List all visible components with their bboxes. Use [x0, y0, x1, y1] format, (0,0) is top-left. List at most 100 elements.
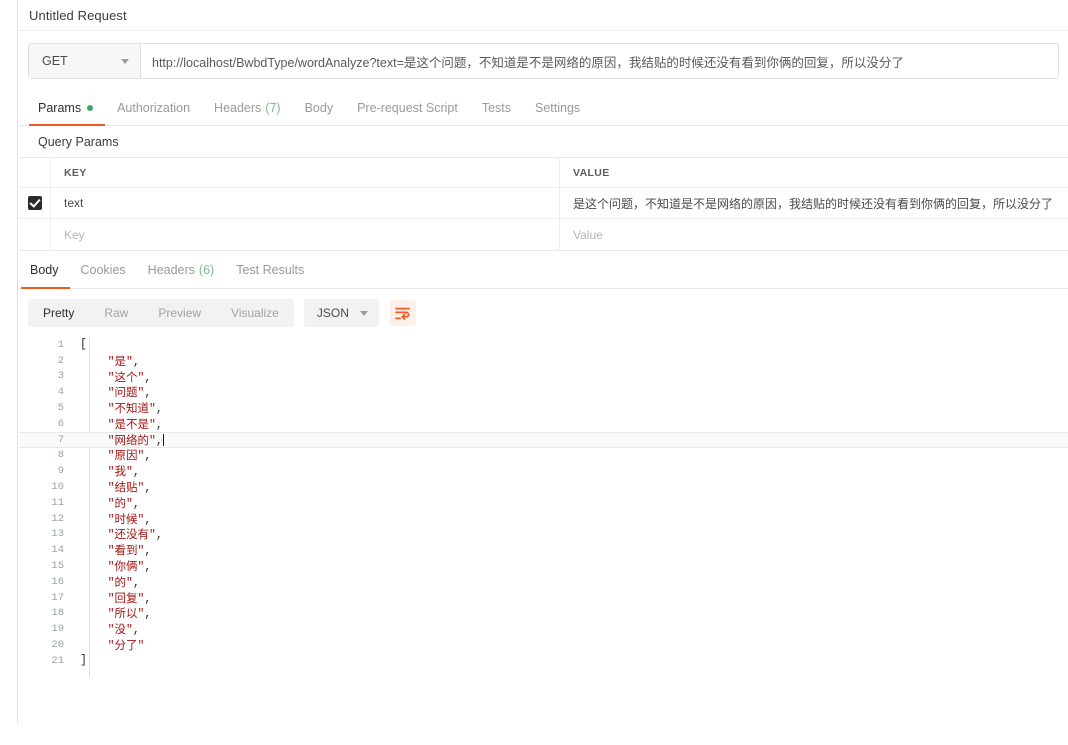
line-number: 11 — [51, 496, 64, 509]
code-line[interactable]: 11 "的", — [19, 495, 1068, 511]
tab-pre-request-script[interactable]: Pre-request Script — [345, 90, 470, 125]
code-line[interactable]: 3 "这个", — [19, 369, 1068, 384]
code-line[interactable]: 8 "原因", — [19, 448, 1068, 463]
code-line-text: "的", — [107, 576, 140, 590]
response-view-mode-group: Pretty Raw Preview Visualize — [28, 299, 294, 327]
new-row-key-cell[interactable]: Key — [51, 219, 560, 250]
table-header-row: KEY VALUE — [19, 158, 1068, 188]
row-key-cell[interactable]: text — [51, 188, 560, 218]
code-line-text: "回复", — [107, 592, 152, 606]
page-title: Untitled Request — [29, 7, 127, 23]
left-rail — [0, 0, 18, 724]
column-header-value: VALUE — [573, 166, 610, 179]
text-cursor — [162, 433, 164, 446]
new-row-value-cell[interactable]: Value — [560, 219, 1068, 250]
view-mode-raw-label: Raw — [104, 306, 129, 320]
code-line[interactable]: 18 "所以", — [19, 606, 1068, 622]
code-line-text: "所以", — [107, 608, 152, 622]
query-params-table: KEY VALUE text 是这个问题，不知道是不是网络的原因，我结贴的时候还… — [19, 157, 1068, 251]
code-line[interactable]: 1[ — [19, 337, 1068, 353]
http-method-select[interactable]: GET — [29, 44, 141, 78]
code-line-text: "没", — [107, 624, 140, 638]
response-format-select[interactable]: JSON — [303, 299, 379, 327]
line-number: 5 — [57, 402, 64, 415]
line-number: 7 — [57, 433, 64, 446]
line-number: 14 — [51, 544, 64, 557]
view-mode-visualize[interactable]: Visualize — [216, 299, 294, 327]
header-cell-key: KEY — [51, 158, 560, 187]
wrap-text-icon — [395, 307, 411, 320]
tab-headers-label: Headers — [214, 100, 262, 115]
response-tab-cookies[interactable]: Cookies — [70, 251, 137, 288]
code-line[interactable]: 17 "回复", — [19, 590, 1068, 606]
code-line-text: "分了" — [107, 640, 145, 654]
url-bar: GET http://localhost/BwbdType/wordAnalyz… — [28, 43, 1059, 79]
tab-tests-label: Tests — [481, 100, 511, 115]
code-line[interactable]: 6 "是不是", — [19, 416, 1068, 432]
code-line-text: "还没有", — [107, 529, 163, 543]
line-number: 3 — [57, 370, 64, 383]
code-line[interactable]: 12 "时候", — [19, 511, 1068, 527]
row-value-cell[interactable]: 是这个问题，不知道是不是网络的原因，我结贴的时候还没有看到你俩的回复，所以没分了 — [560, 188, 1068, 218]
wrap-text-button[interactable] — [389, 300, 416, 326]
line-number: 1 — [57, 338, 64, 351]
code-line[interactable]: 20 "分了" — [19, 637, 1068, 653]
new-row-checkbox-cell — [19, 219, 51, 250]
code-line[interactable]: 2 "是", — [19, 353, 1068, 369]
code-line[interactable]: 4 "问题", — [19, 384, 1068, 400]
tab-params-label: Params — [38, 100, 82, 115]
table-row: text 是这个问题，不知道是不是网络的原因，我结贴的时候还没有看到你俩的回复，… — [19, 188, 1068, 219]
code-line-text: "不知道", — [107, 403, 163, 417]
url-bar-container: GET http://localhost/BwbdType/wordAnalyz… — [19, 31, 1068, 90]
view-mode-pretty[interactable]: Pretty — [28, 299, 89, 327]
tab-headers[interactable]: Headers (7) — [202, 90, 293, 125]
line-number: 21 — [51, 654, 64, 667]
code-line-text: "你俩", — [107, 561, 152, 575]
viewer-bottom-padding — [19, 709, 1068, 745]
code-line[interactable]: 5 "不知道", — [19, 400, 1068, 416]
tab-body[interactable]: Body — [293, 90, 346, 125]
code-line[interactable]: 9 "我", — [19, 463, 1068, 479]
response-tab-test-results[interactable]: Test Results — [225, 251, 315, 288]
tab-authorization[interactable]: Authorization — [105, 90, 202, 125]
tab-params[interactable]: Params — [29, 90, 106, 126]
header-cell-checkbox — [19, 158, 51, 187]
line-number: 10 — [51, 481, 64, 494]
response-tabs: Body Cookies Headers (6) Test Results — [19, 251, 1068, 289]
tab-authorization-label: Authorization — [117, 100, 191, 115]
code-line[interactable]: 10 "结贴", — [19, 479, 1068, 495]
view-mode-raw[interactable]: Raw — [89, 299, 143, 327]
request-title-bar: Untitled Request — [19, 0, 1068, 31]
line-number: 19 — [51, 623, 64, 636]
tab-tests[interactable]: Tests — [470, 90, 523, 125]
param-value-value: 是这个问题，不知道是不是网络的原因，我结贴的时候还没有看到你俩的回复，所以没分了 — [573, 196, 1054, 211]
code-line-text: "是不是", — [107, 418, 163, 432]
new-value-placeholder: Value — [573, 227, 603, 242]
code-line-text: "的", — [107, 497, 140, 511]
line-number: 16 — [51, 575, 64, 588]
row-checkbox-cell — [19, 188, 51, 218]
url-input[interactable]: http://localhost/BwbdType/wordAnalyze?te… — [141, 44, 1058, 78]
tab-settings[interactable]: Settings — [523, 90, 592, 125]
line-number: 12 — [51, 512, 64, 525]
response-tab-headers[interactable]: Headers (6) — [137, 251, 226, 288]
code-lines: 1[2 "是", 3 "这个", 4 "问题", 5 "不知道", 6 "是不是", 7 … — [19, 337, 1068, 669]
response-tab-body[interactable]: Body — [21, 251, 70, 289]
code-line[interactable]: 7 "网络的", — [19, 431, 1068, 448]
view-mode-pretty-label: Pretty — [43, 306, 75, 320]
code-line[interactable]: 15 "你俩", — [19, 558, 1068, 574]
response-body-viewer[interactable]: 1[2 "是", 3 "这个", 4 "问题", 5 "不知道", 6 "是不是", 7 … — [19, 337, 1068, 709]
code-line[interactable]: 21] — [19, 653, 1068, 669]
code-line[interactable]: 16 "的", — [19, 574, 1068, 590]
code-line[interactable]: 14 "看到", — [19, 542, 1068, 558]
line-number: 4 — [57, 386, 64, 399]
view-mode-preview[interactable]: Preview — [143, 299, 216, 327]
code-line-text: ] — [80, 654, 87, 668]
code-line[interactable]: 13 "还没有", — [19, 527, 1068, 543]
request-pane: Untitled Request GET http://localhost/Bw… — [19, 0, 1068, 724]
line-number: 17 — [51, 591, 64, 604]
code-line[interactable]: 19 "没", — [19, 621, 1068, 637]
response-tab-test-results-label: Test Results — [236, 262, 305, 277]
param-enabled-checkbox[interactable] — [27, 196, 42, 210]
code-line-text: "结贴", — [107, 482, 152, 496]
